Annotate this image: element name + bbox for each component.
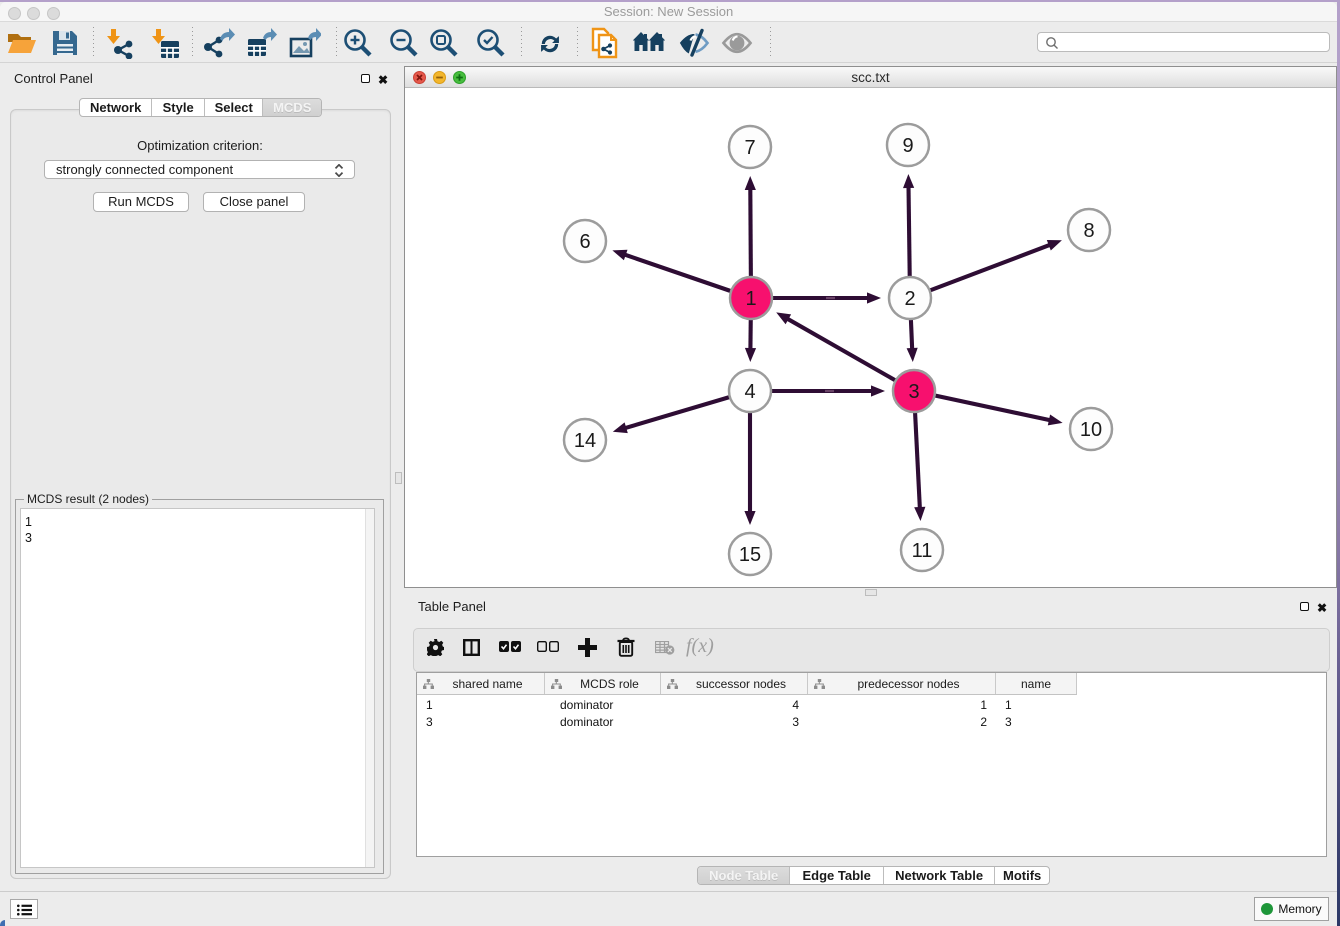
svg-text:1: 1: [745, 288, 756, 310]
svg-text:9: 9: [902, 135, 913, 157]
svg-text:2: 2: [904, 288, 915, 310]
svg-text:10: 10: [1080, 419, 1102, 441]
svg-text:14: 14: [574, 430, 596, 452]
svg-text:3: 3: [908, 381, 919, 403]
svg-text:15: 15: [739, 544, 761, 566]
svg-text:6: 6: [579, 231, 590, 253]
svg-text:7: 7: [744, 137, 755, 159]
svg-text:11: 11: [912, 540, 933, 562]
svg-text:4: 4: [744, 381, 755, 403]
svg-text:8: 8: [1083, 220, 1094, 242]
